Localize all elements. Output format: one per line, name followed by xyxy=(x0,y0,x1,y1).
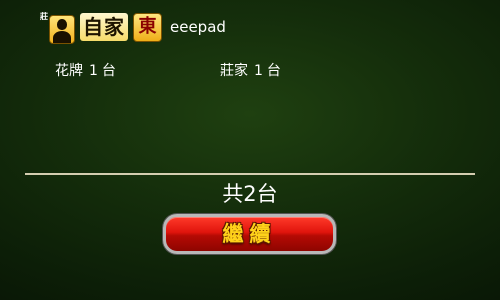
divider xyxy=(25,173,475,175)
game-result-screen: 莊 自家 東 eeepad 花牌 1 台 莊家 1 台 共2台 繼續 xyxy=(0,0,500,300)
player-avatar: 莊 xyxy=(40,11,75,44)
fan-unit: 台 xyxy=(101,63,116,79)
player-header: 莊 自家 東 eeepad xyxy=(40,11,226,44)
fan-value: 1 xyxy=(89,63,98,79)
self-label: 自家 xyxy=(80,13,128,41)
fan-item: 花牌 1 台 xyxy=(55,62,116,80)
player-avatar-icon xyxy=(49,15,75,44)
player-name: eeepad xyxy=(170,18,226,36)
wind-badge: 東 xyxy=(133,12,162,42)
dealer-mark: 莊 xyxy=(40,12,48,21)
fan-name: 花牌 xyxy=(55,63,83,79)
avatar-torso xyxy=(53,31,71,43)
fan-value: 1 xyxy=(254,63,263,79)
fan-name: 莊家 xyxy=(220,63,248,79)
total-score: 共2台 xyxy=(222,182,278,206)
avatar-head xyxy=(57,19,67,30)
continue-button[interactable]: 繼續 xyxy=(163,214,336,254)
fan-unit: 台 xyxy=(266,63,281,79)
continue-button-label: 繼續 xyxy=(222,222,277,246)
fan-item: 莊家 1 台 xyxy=(220,62,281,80)
